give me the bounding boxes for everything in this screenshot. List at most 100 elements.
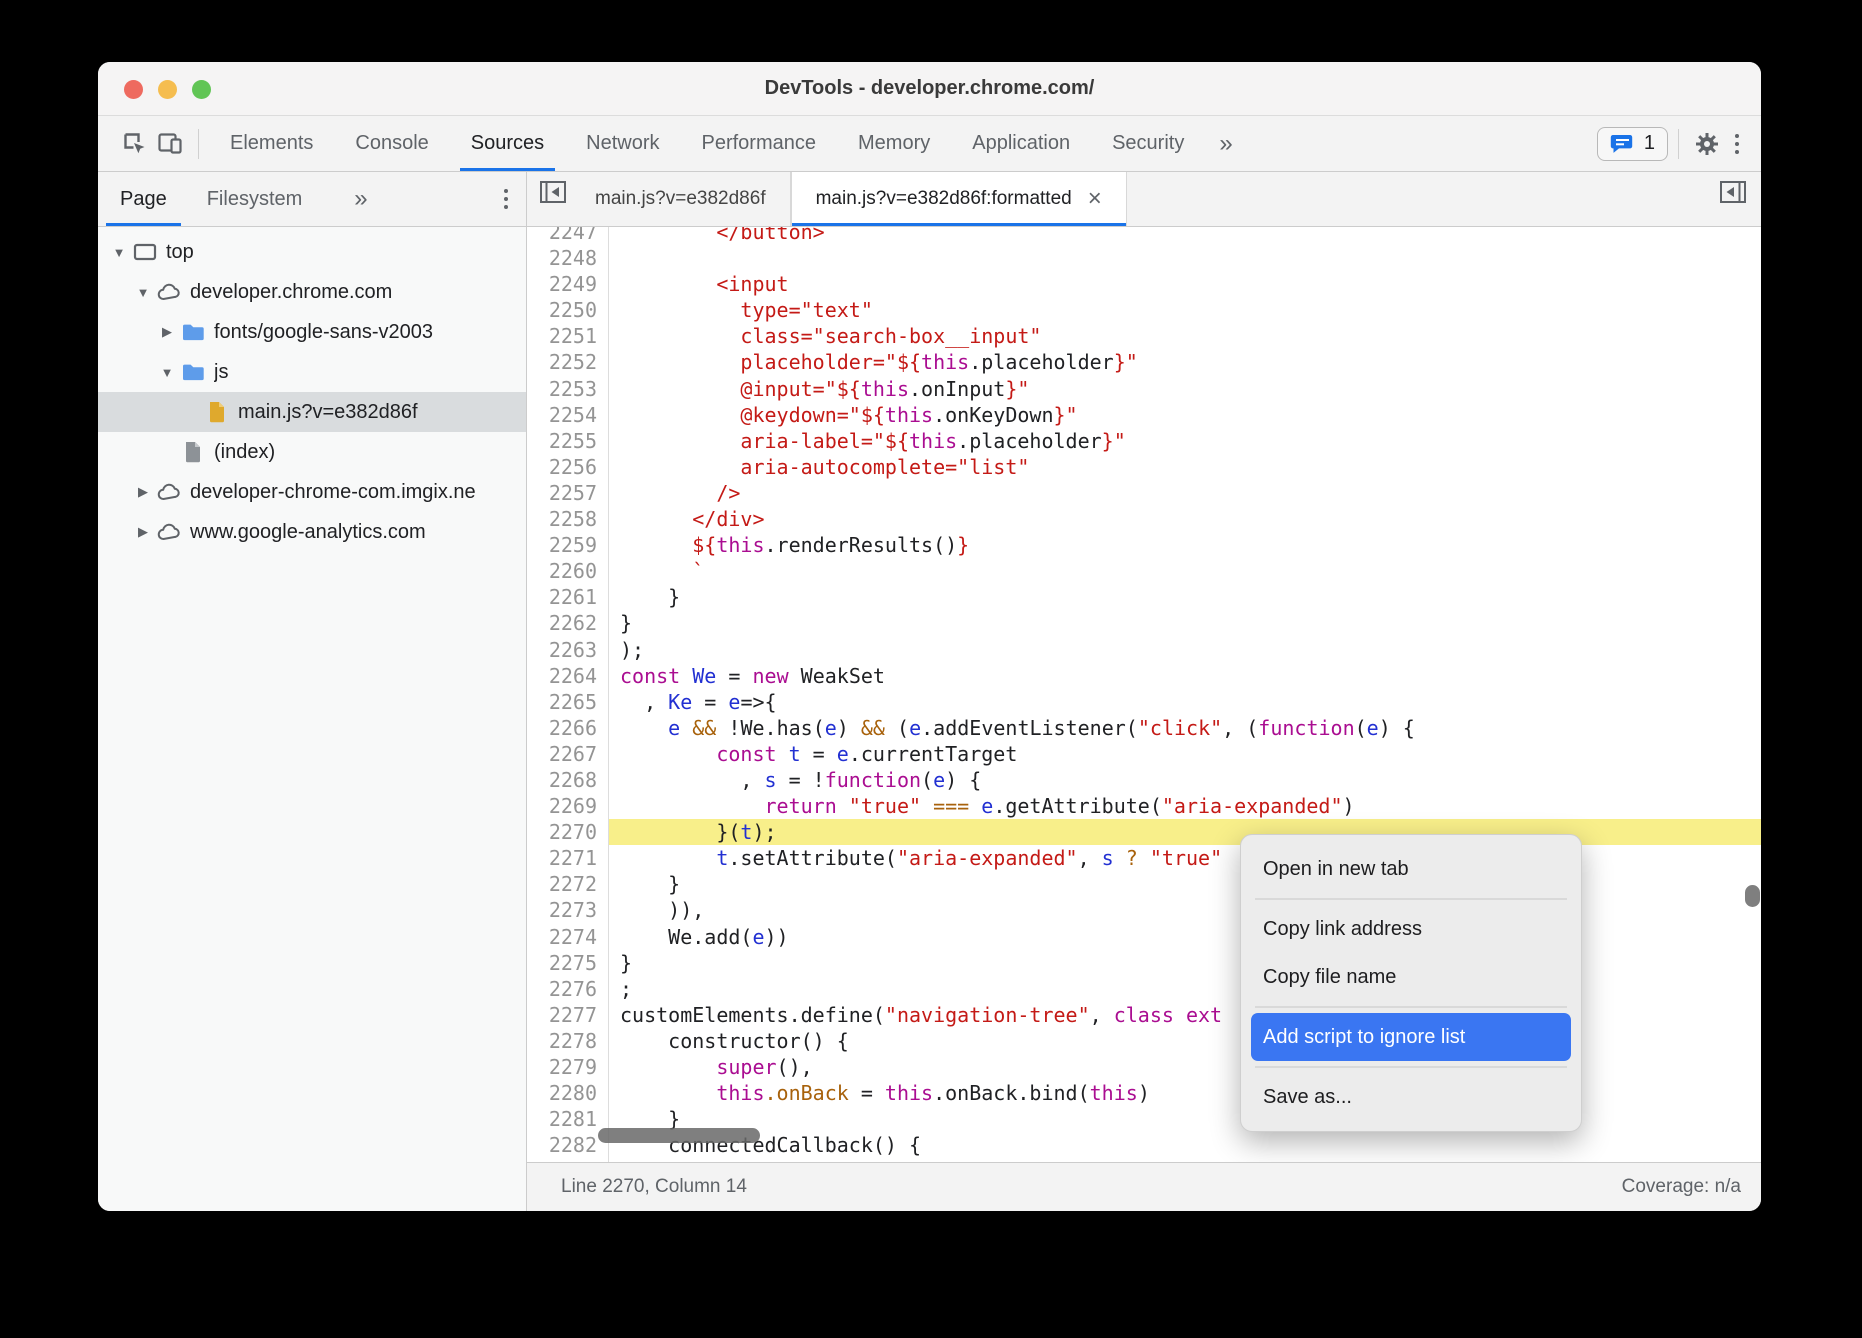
line-number[interactable]: 2272	[527, 871, 597, 897]
sidebar-menu-dots-icon[interactable]	[494, 183, 518, 215]
collapse-navigator-icon[interactable]	[535, 172, 571, 212]
gear-icon[interactable]	[1689, 124, 1725, 164]
close-tab-icon[interactable]: ×	[1088, 187, 1102, 211]
line-number[interactable]: 2266	[527, 715, 597, 741]
code-line-2256[interactable]: 2256 aria-autocomplete="list"	[527, 454, 1761, 480]
line-number[interactable]: 2269	[527, 793, 597, 819]
device-toolbar-icon[interactable]	[152, 124, 188, 164]
line-number[interactable]: 2259	[527, 532, 597, 558]
tab-performance[interactable]: Performance	[681, 116, 838, 171]
line-number[interactable]: 2278	[527, 1028, 597, 1054]
close-window-button[interactable]	[124, 80, 143, 99]
expand-arrow-icon[interactable]: ▶	[132, 484, 154, 500]
line-number[interactable]: 2274	[527, 924, 597, 950]
menu-item-copy-link-address[interactable]: Copy link address	[1241, 905, 1581, 953]
code-editor[interactable]: 2247 </button>22482249 <input2250 type="…	[527, 227, 1761, 1162]
line-number[interactable]: 2282	[527, 1132, 597, 1158]
tree-item--index-[interactable]: (index)	[98, 432, 526, 472]
menu-item-save-as-[interactable]: Save as...	[1241, 1073, 1581, 1121]
code-line-2263[interactable]: 2263);	[527, 637, 1761, 663]
line-number[interactable]: 2281	[527, 1106, 597, 1132]
code-line-2253[interactable]: 2253 @input="${this.onInput}"	[527, 376, 1761, 402]
code-line-2255[interactable]: 2255 aria-label="${this.placeholder}"	[527, 428, 1761, 454]
line-number[interactable]: 2267	[527, 741, 597, 767]
line-number[interactable]: 2257	[527, 480, 597, 506]
tree-item-developer-chrome-com-imgix-ne[interactable]: ▶developer-chrome-com.imgix.ne	[98, 472, 526, 512]
horizontal-scrollbar-thumb[interactable]	[598, 1128, 760, 1143]
line-number[interactable]: 2260	[527, 558, 597, 584]
line-number[interactable]: 2279	[527, 1054, 597, 1080]
code-line-2264[interactable]: 2264const We = new WeakSet	[527, 663, 1761, 689]
line-number[interactable]: 2275	[527, 950, 597, 976]
line-number[interactable]: 2268	[527, 767, 597, 793]
line-number[interactable]: 2280	[527, 1080, 597, 1106]
tab-elements[interactable]: Elements	[209, 116, 334, 171]
line-number[interactable]: 2248	[527, 245, 597, 271]
code-line-2248[interactable]: 2248	[527, 245, 1761, 271]
menu-item-open-in-new-tab[interactable]: Open in new tab	[1241, 845, 1581, 893]
line-number[interactable]: 2249	[527, 271, 597, 297]
line-number[interactable]: 2264	[527, 663, 597, 689]
code-line-2267[interactable]: 2267 const t = e.currentTarget	[527, 741, 1761, 767]
code-line-2254[interactable]: 2254 @keydown="${this.onKeyDown}"	[527, 402, 1761, 428]
expand-arrow-icon[interactable]: ▶	[132, 524, 154, 540]
line-number[interactable]: 2271	[527, 845, 597, 871]
code-line-2259[interactable]: 2259 ${this.renderResults()}	[527, 532, 1761, 558]
tree-item-top[interactable]: ▼top	[98, 232, 526, 272]
collapse-arrow-icon[interactable]: ▼	[108, 245, 130, 260]
inspect-element-icon[interactable]	[116, 124, 152, 164]
line-number[interactable]: 2251	[527, 323, 597, 349]
line-number[interactable]: 2263	[527, 637, 597, 663]
code-line-2247[interactable]: 2247 </button>	[527, 227, 1761, 245]
tab-memory[interactable]: Memory	[837, 116, 951, 171]
collapse-arrow-icon[interactable]: ▼	[156, 365, 178, 380]
tree-item-js[interactable]: ▼js	[98, 352, 526, 392]
line-number[interactable]: 2250	[527, 297, 597, 323]
line-number[interactable]: 2253	[527, 376, 597, 402]
code-line-2269[interactable]: 2269 return "true" === e.getAttribute("a…	[527, 793, 1761, 819]
menu-item-add-script-to-ignore-list[interactable]: Add script to ignore list	[1251, 1013, 1571, 1061]
code-line-2265[interactable]: 2265 , Ke = e=>{	[527, 689, 1761, 715]
line-number[interactable]: 2258	[527, 506, 597, 532]
tab-application[interactable]: Application	[951, 116, 1091, 171]
sidebar-more-tabs-chevron-icon[interactable]: »	[340, 185, 381, 213]
code-line-2251[interactable]: 2251 class="search-box__input"	[527, 323, 1761, 349]
show-debugger-panel-icon[interactable]	[1715, 172, 1751, 212]
editor-tab-1[interactable]: main.js?v=e382d86f:formatted×	[791, 172, 1127, 226]
line-number[interactable]: 2256	[527, 454, 597, 480]
zoom-window-button[interactable]	[192, 80, 211, 99]
issues-badge[interactable]: 1	[1597, 127, 1668, 161]
minimize-window-button[interactable]	[158, 80, 177, 99]
code-line-2266[interactable]: 2266 e && !We.has(e) && (e.addEventListe…	[527, 715, 1761, 741]
tab-sources[interactable]: Sources	[450, 116, 565, 171]
code-line-2260[interactable]: 2260 `	[527, 558, 1761, 584]
line-number[interactable]: 2262	[527, 610, 597, 636]
expand-arrow-icon[interactable]: ▶	[156, 324, 178, 340]
tree-item-main-js-v-e382d86f[interactable]: main.js?v=e382d86f	[98, 392, 526, 432]
menu-item-copy-file-name[interactable]: Copy file name	[1241, 953, 1581, 1001]
vertical-scrollbar-thumb[interactable]	[1745, 885, 1760, 907]
sidebar-tab-page[interactable]: Page	[118, 172, 169, 226]
code-line-2257[interactable]: 2257 />	[527, 480, 1761, 506]
tree-item-developer-chrome-com[interactable]: ▼developer.chrome.com	[98, 272, 526, 312]
line-number[interactable]: 2255	[527, 428, 597, 454]
code-line-2261[interactable]: 2261 }	[527, 584, 1761, 610]
sidebar-tab-filesystem[interactable]: Filesystem	[205, 172, 305, 226]
line-number[interactable]: 2254	[527, 402, 597, 428]
tab-network[interactable]: Network	[565, 116, 680, 171]
line-number[interactable]: 2276	[527, 976, 597, 1002]
tab-security[interactable]: Security	[1091, 116, 1205, 171]
line-number[interactable]: 2247	[527, 227, 597, 245]
code-line-2252[interactable]: 2252 placeholder="${this.placeholder}"	[527, 349, 1761, 375]
vertical-dots-icon[interactable]	[1725, 128, 1749, 160]
line-number[interactable]: 2277	[527, 1002, 597, 1028]
more-panels-chevron-icon[interactable]: »	[1205, 130, 1246, 158]
editor-tab-0[interactable]: main.js?v=e382d86f	[571, 172, 791, 226]
line-number[interactable]: 2265	[527, 689, 597, 715]
tree-item-www-google-analytics-com[interactable]: ▶www.google-analytics.com	[98, 512, 526, 552]
line-number[interactable]: 2261	[527, 584, 597, 610]
tab-console[interactable]: Console	[334, 116, 449, 171]
code-line-2250[interactable]: 2250 type="text"	[527, 297, 1761, 323]
line-number[interactable]: 2252	[527, 349, 597, 375]
line-number[interactable]: 2270	[527, 819, 597, 845]
